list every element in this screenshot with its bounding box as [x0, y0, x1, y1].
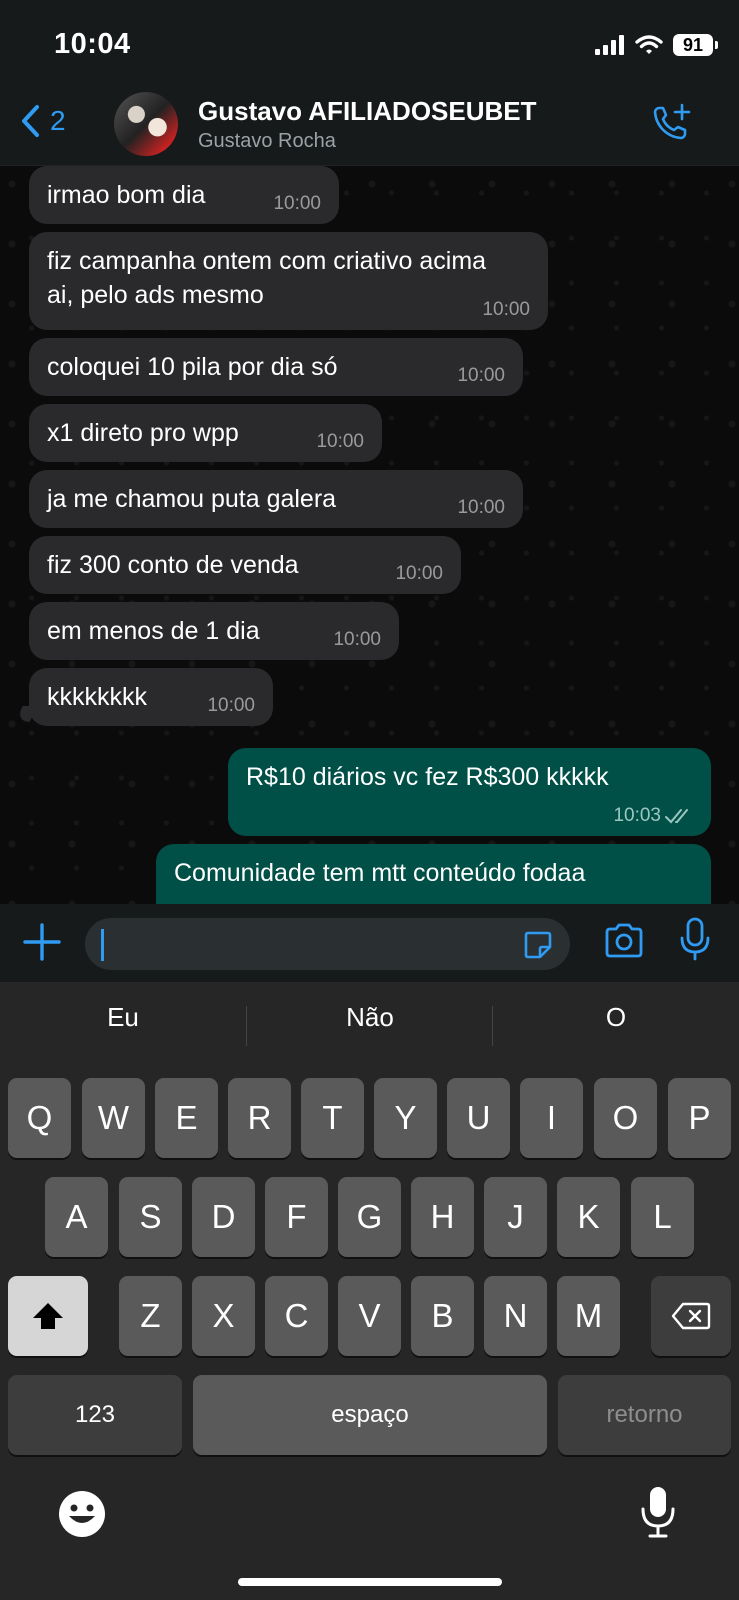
text-caret — [101, 929, 104, 961]
key-q[interactable]: Q — [8, 1078, 71, 1158]
back-button[interactable]: 2 — [20, 104, 66, 138]
message-text: R$10 diários vc fez R$300 kkkkk — [246, 763, 609, 791]
message-in[interactable]: fiz 300 conto de venda 10:00 — [29, 536, 461, 594]
sticker-icon[interactable] — [522, 929, 554, 961]
key-c[interactable]: C — [265, 1276, 328, 1356]
message-out[interactable]: Comunidade tem mtt conteúdo fodaa — [156, 844, 711, 904]
backspace-icon — [671, 1302, 711, 1330]
key-m[interactable]: M — [557, 1276, 620, 1356]
camera-icon[interactable] — [603, 922, 645, 960]
message-time: 10:00 — [333, 629, 381, 650]
chat-header: 2 Gustavo AFILIADOSEUBET Gustavo Rocha — [0, 90, 739, 166]
key-x[interactable]: X — [192, 1276, 255, 1356]
key-w[interactable]: W — [82, 1078, 145, 1158]
read-receipt-icon — [665, 809, 688, 824]
key-l[interactable]: L — [631, 1177, 694, 1257]
message-in[interactable]: x1 direto pro wpp 10:00 — [29, 404, 382, 462]
back-unread-count: 2 — [50, 105, 66, 136]
message-time: 10:00 — [316, 431, 364, 452]
shift-icon — [33, 1303, 63, 1329]
wifi-icon — [635, 35, 663, 54]
message-out[interactable]: R$10 diários vc fez R$300 kkkkk 10:03 — [228, 748, 711, 836]
composer-bar — [0, 904, 739, 982]
key-e[interactable]: E — [155, 1078, 218, 1158]
key-r[interactable]: R — [228, 1078, 291, 1158]
status-time: 10:04 — [54, 28, 131, 60]
message-text: fiz campanha ontem com criativo acima ai… — [47, 247, 487, 309]
status-bar: 10:04 91 — [0, 0, 739, 90]
key-p[interactable]: P — [668, 1078, 731, 1158]
message-time: 10:00 — [482, 299, 530, 320]
message-in[interactable]: fiz campanha ontem com criativo acima ai… — [29, 232, 548, 330]
contact-name[interactable]: Gustavo AFILIADOSEUBET — [198, 96, 537, 127]
key-n[interactable]: N — [484, 1276, 547, 1356]
return-key[interactable]: retorno — [558, 1375, 731, 1455]
message-text: em menos de 1 dia — [47, 617, 260, 645]
key-f[interactable]: F — [265, 1177, 328, 1257]
message-text: fiz 300 conto de venda — [47, 551, 299, 579]
plus-icon[interactable] — [20, 920, 64, 964]
key-g[interactable]: G — [338, 1177, 401, 1257]
message-in[interactable]: coloquei 10 pila por dia só 10:00 — [29, 338, 523, 396]
key-i[interactable]: I — [520, 1078, 583, 1158]
key-v[interactable]: V — [338, 1276, 401, 1356]
battery-indicator: 91 — [673, 34, 718, 56]
home-indicator[interactable] — [238, 1578, 502, 1586]
message-in[interactable]: ja me chamou puta galera 10:00 — [29, 470, 523, 528]
message-time: 10:03 — [613, 805, 661, 826]
key-b[interactable]: B — [411, 1276, 474, 1356]
key-o[interactable]: O — [594, 1078, 657, 1158]
keyboard: Eu Não O Q W E R T Y U I O P A S D F G H… — [0, 982, 739, 1600]
contact-subtitle: Gustavo Rocha — [198, 130, 336, 152]
signal-icon — [595, 35, 624, 55]
message-in[interactable]: kkkkkkkk 10:00 — [29, 668, 273, 726]
message-text: coloquei 10 pila por dia só — [47, 353, 338, 381]
suggestion-item[interactable]: Eu — [0, 982, 246, 1052]
key-a[interactable]: A — [45, 1177, 108, 1257]
message-input[interactable] — [85, 918, 570, 970]
key-j[interactable]: J — [484, 1177, 547, 1257]
message-time: 10:00 — [395, 563, 443, 584]
status-icons: 91 — [595, 30, 718, 60]
shift-key[interactable] — [8, 1276, 88, 1356]
key-t[interactable]: T — [301, 1078, 364, 1158]
key-h[interactable]: H — [411, 1177, 474, 1257]
add-call-icon[interactable] — [651, 102, 693, 144]
chevron-left-icon — [22, 105, 39, 137]
emoji-icon[interactable] — [56, 1488, 108, 1540]
message-text: irmao bom dia — [47, 181, 206, 209]
suggestion-item[interactable]: O — [493, 982, 739, 1052]
message-text: ja me chamou puta galera — [47, 485, 337, 513]
numbers-key[interactable]: 123 — [8, 1375, 182, 1455]
microphone-icon[interactable] — [678, 916, 712, 962]
message-time: 10:00 — [207, 695, 255, 716]
message-in[interactable]: em menos de 1 dia 10:00 — [29, 602, 399, 660]
message-time: 10:00 — [273, 193, 321, 214]
suggestion-item[interactable]: Não — [247, 982, 493, 1052]
key-d[interactable]: D — [192, 1177, 255, 1257]
chat-messages[interactable]: irmao bom dia 10:00 fiz campanha ontem c… — [0, 166, 739, 904]
message-time: 10:00 — [457, 497, 505, 518]
message-time: 10:00 — [457, 365, 505, 386]
message-text: kkkkkkkk — [47, 683, 147, 711]
key-y[interactable]: Y — [374, 1078, 437, 1158]
contact-avatar[interactable] — [114, 92, 178, 156]
key-k[interactable]: K — [557, 1177, 620, 1257]
message-text: x1 direto pro wpp — [47, 419, 239, 447]
message-text: Comunidade tem mtt conteúdo fodaa — [174, 859, 586, 887]
space-key[interactable]: espaço — [193, 1375, 547, 1455]
key-s[interactable]: S — [119, 1177, 182, 1257]
key-z[interactable]: Z — [119, 1276, 182, 1356]
backspace-key[interactable] — [651, 1276, 731, 1356]
key-u[interactable]: U — [447, 1078, 510, 1158]
message-in[interactable]: irmao bom dia 10:00 — [29, 166, 339, 224]
dictation-mic-icon[interactable] — [638, 1484, 678, 1540]
